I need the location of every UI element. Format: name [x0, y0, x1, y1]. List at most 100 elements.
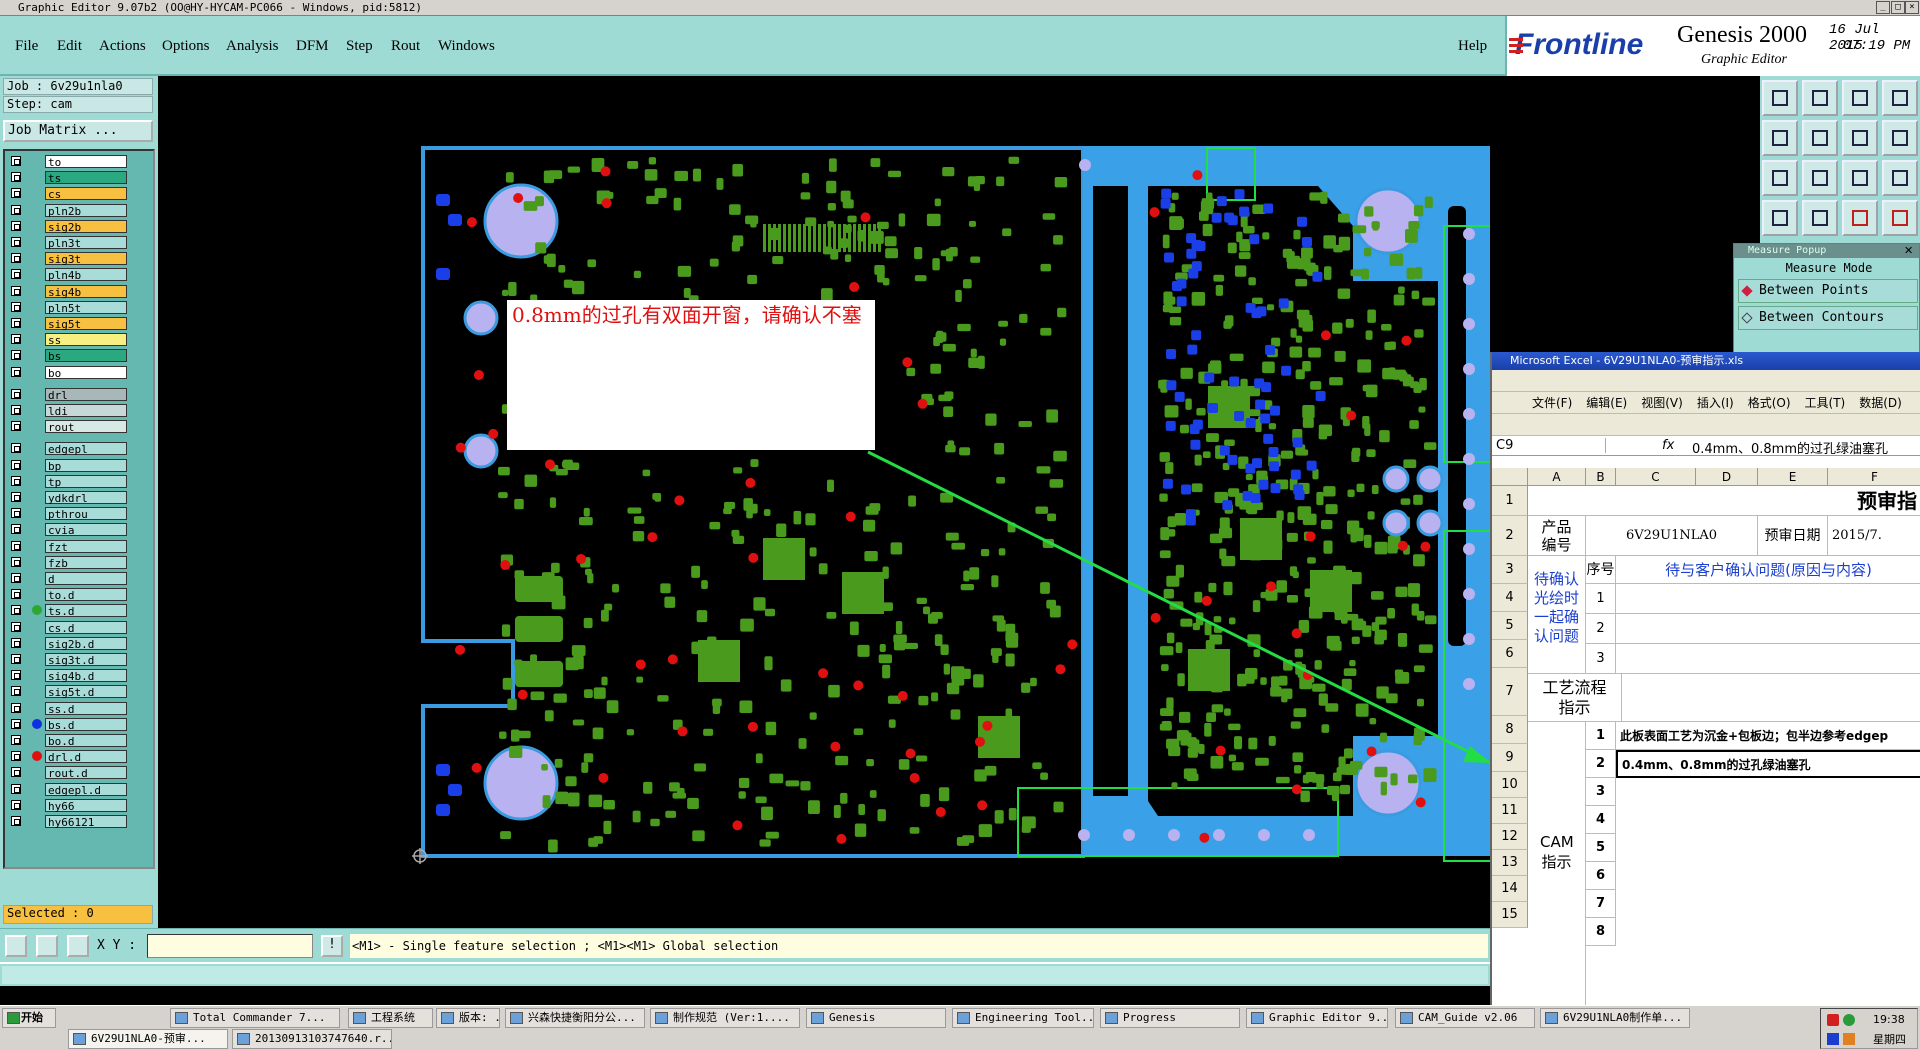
spreadsheet-grid[interactable]: A B C D E F 1 2 3 4 5 6 7 8 9 10 11 12 13 14 15 预审指 产品… [1492, 468, 1920, 1007]
layer-checkbox[interactable] [11, 589, 21, 600]
layer-name[interactable]: d [45, 572, 127, 586]
layer-name[interactable]: bs [45, 349, 127, 363]
layer-row[interactable]: sig4b [5, 284, 153, 299]
row-header[interactable]: 3 [1492, 556, 1528, 584]
layer-checkbox[interactable] [11, 301, 21, 312]
layer-name[interactable]: rout.d [45, 766, 127, 780]
seq-header[interactable]: 序号 [1586, 556, 1616, 584]
layer-row[interactable]: pln4b [5, 267, 153, 282]
menu-edit[interactable]: Edit [57, 38, 82, 55]
date-label[interactable]: 预审日期 [1758, 516, 1828, 556]
layer-name[interactable]: sig2b.d [45, 636, 127, 651]
layer-checkbox[interactable] [11, 204, 21, 215]
excel-menu-item[interactable]: 插入(I) [1697, 396, 1734, 410]
layer-row[interactable]: ss [5, 332, 153, 347]
layer-name[interactable]: fzt [45, 539, 127, 554]
excel-menu-item[interactable]: 编辑(E) [1586, 396, 1627, 410]
pcb-drawing[interactable] [158, 76, 1493, 928]
cam-seq-cell[interactable]: 7 [1586, 890, 1616, 918]
confirm-cell[interactable] [1616, 584, 1920, 614]
layer-row[interactable]: sig5t [5, 316, 153, 331]
layer-checkbox[interactable] [11, 702, 21, 713]
mirror-icon[interactable] [1882, 120, 1918, 156]
tray-icon-2[interactable] [1843, 1014, 1855, 1026]
cam-line-2[interactable]: 0.4mm、0.8mm的过孔绿油塞孔 [1616, 750, 1920, 778]
layer-checkbox[interactable] [11, 686, 21, 697]
grid-icon[interactable] [1882, 80, 1918, 116]
layer-checkbox[interactable] [11, 735, 21, 745]
layer-checkbox[interactable] [11, 366, 21, 377]
layer-row[interactable]: sig5t.d [5, 684, 153, 699]
layer-checkbox[interactable] [11, 350, 21, 361]
layer-row[interactable]: tp [5, 474, 153, 489]
cam-seq-cell[interactable]: 4 [1586, 806, 1616, 834]
help-icon[interactable] [1882, 160, 1918, 196]
row-header[interactable]: 8 [1492, 716, 1528, 744]
layer-row[interactable]: sig4b.d [5, 668, 153, 683]
row-header[interactable]: 15 [1492, 902, 1528, 928]
layer-name[interactable]: hy66 [45, 798, 127, 813]
layer-row[interactable]: sig3t [5, 251, 153, 266]
layer-checkbox[interactable] [11, 654, 21, 664]
layer-checkbox[interactable] [11, 573, 21, 583]
layer-name[interactable]: sig4b [45, 284, 127, 299]
taskbar-button[interactable]: Graphic Editor 9... [1246, 1008, 1388, 1028]
info-tool-icon[interactable]: ! [321, 935, 343, 957]
layer-name[interactable]: pln5t [45, 300, 127, 315]
layer-row[interactable]: ldi [5, 403, 153, 418]
tray-icon-4[interactable] [1843, 1033, 1855, 1045]
pcb-canvas[interactable]: 0.8mm的过孔有双面开窗，请确认不塞 [158, 76, 1493, 928]
row-header[interactable]: 13 [1492, 850, 1528, 876]
layer-checkbox[interactable] [11, 767, 21, 778]
layer-row[interactable]: pln3t [5, 235, 153, 250]
menu-analysis[interactable]: Analysis [226, 38, 279, 55]
layer-row[interactable]: drl [5, 387, 153, 402]
tray-icon-1[interactable] [1827, 1014, 1839, 1026]
layer-checkbox[interactable] [11, 508, 21, 519]
between-contours-option[interactable]: Between Contours [1738, 306, 1918, 330]
layer-display-dot-icon[interactable] [32, 751, 42, 762]
taskbar-button[interactable]: 20130913103747640.r... [232, 1029, 392, 1049]
taskbar-button[interactable]: CAM_Guide v2.06 [1395, 1008, 1535, 1028]
maximize-button[interactable]: □ [1891, 1, 1905, 14]
layer-name[interactable]: ts.d [45, 604, 127, 618]
fit-icon[interactable] [1762, 160, 1798, 196]
layer-checkbox[interactable] [11, 751, 21, 762]
layer-checkbox[interactable] [11, 799, 21, 810]
layer-name[interactable]: sig4b.d [45, 669, 127, 683]
confirm-group-label[interactable]: 待确认光绘时一起确认问题 [1528, 556, 1586, 674]
taskbar-button[interactable]: Engineering Tool... [952, 1008, 1094, 1028]
layer-name[interactable]: drl.d [45, 750, 127, 764]
layer-row[interactable]: ts [5, 170, 153, 185]
col-header-e[interactable]: E [1758, 468, 1828, 486]
layer-checkbox[interactable] [11, 334, 21, 345]
row-header[interactable]: 1 [1492, 486, 1528, 516]
confirm-cell[interactable] [1616, 644, 1920, 674]
cam-seq-cell[interactable]: 1 [1586, 722, 1616, 750]
layer-checkbox[interactable] [11, 459, 21, 470]
layer-checkbox[interactable] [11, 524, 21, 535]
layer-row[interactable]: hy66121 [5, 814, 153, 829]
layer-checkbox[interactable] [11, 285, 21, 296]
row-header[interactable]: 9 [1492, 744, 1528, 772]
layer-checkbox[interactable] [11, 421, 21, 432]
layer-checkbox[interactable] [11, 188, 21, 199]
layer-row[interactable]: cs.d [5, 620, 153, 635]
layer-checkbox[interactable] [11, 540, 21, 551]
layer-row[interactable]: edgepl [5, 441, 153, 456]
layer-row[interactable]: rout [5, 419, 153, 434]
row-header[interactable]: 4 [1492, 584, 1528, 612]
taskbar-button[interactable]: 兴森快捷衡阳分公... [505, 1008, 645, 1028]
col-header-c[interactable]: C [1616, 468, 1696, 486]
layer-row[interactable]: fzb [5, 555, 153, 570]
taskbar-button[interactable]: Progress [1100, 1008, 1240, 1028]
layer-name[interactable]: edgepl.d [45, 782, 127, 797]
zoom-tool-icon[interactable] [5, 935, 27, 957]
excel-menu-item[interactable]: 工具(T) [1805, 396, 1846, 410]
cam-group-label[interactable]: CAM指示 [1528, 722, 1586, 1007]
taskbar-button[interactable]: Total Commander 7... [170, 1008, 340, 1028]
menu-file[interactable]: File [15, 38, 38, 55]
layer-name[interactable]: pln3t [45, 236, 127, 250]
row-header[interactable]: 14 [1492, 876, 1528, 902]
layer-name[interactable]: to [45, 155, 127, 169]
